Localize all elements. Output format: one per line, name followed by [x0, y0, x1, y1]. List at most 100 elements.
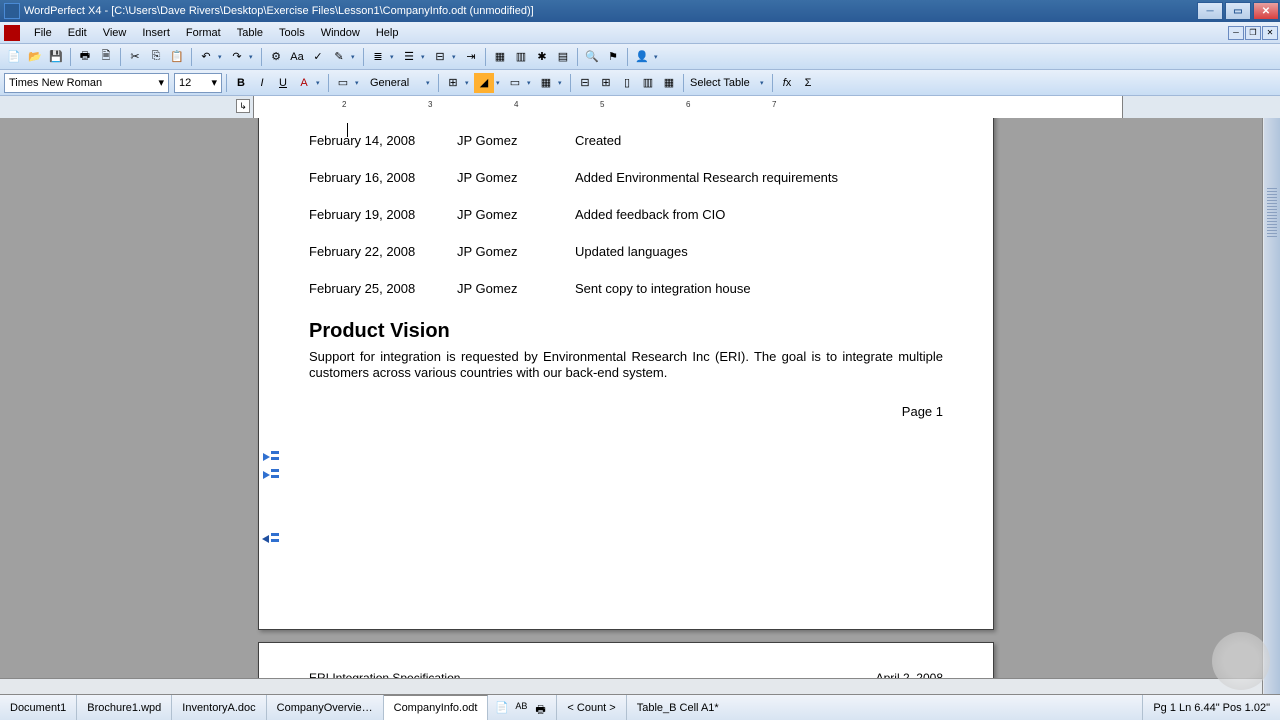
font-color-icon[interactable]: A — [294, 73, 314, 93]
ab-icon[interactable]: AB — [515, 701, 529, 715]
row-insert-icon[interactable]: ⊟ — [575, 73, 595, 93]
perfectexpert-icon[interactable]: 👤 — [632, 47, 652, 67]
formula-icon[interactable]: fx — [777, 73, 797, 93]
tab-document1[interactable]: Document1 — [0, 695, 77, 720]
doc-restore-button[interactable]: ❐ — [1245, 26, 1261, 40]
bullets-icon[interactable]: ≣ — [368, 47, 388, 67]
ruler-mark: 3 — [428, 100, 432, 109]
menu-table[interactable]: Table — [229, 25, 271, 41]
select-table-button[interactable]: Select Table — [688, 73, 758, 93]
print-preview-icon[interactable]: 🗎 — [96, 47, 116, 67]
print-icon[interactable]: 🖶 — [75, 47, 95, 67]
menu-file[interactable]: File — [26, 25, 60, 41]
printer-icon[interactable]: 🖶 — [535, 701, 549, 715]
status-bar: Document1 Brochure1.wpd InventoryA.doc C… — [0, 694, 1280, 720]
menu-insert[interactable]: Insert — [134, 25, 178, 41]
page-1[interactable]: February 14, 2008JP GomezCreated Februar… — [258, 118, 994, 630]
cut-icon[interactable]: ✂ — [125, 47, 145, 67]
tab-companyinfo[interactable]: CompanyInfo.odt — [384, 695, 489, 720]
status-table[interactable]: Table_B Cell A1* — [627, 695, 1144, 720]
tab-brochure[interactable]: Brochure1.wpd — [77, 695, 172, 720]
font-size-select[interactable]: 12▾ — [174, 73, 222, 93]
ruler-mark: 2 — [342, 100, 346, 109]
cell-format-icon[interactable]: ▦ — [659, 73, 679, 93]
columns-icon[interactable]: ▥ — [511, 47, 531, 67]
outline-icon[interactable]: ⊟ — [430, 47, 450, 67]
indent-icon[interactable]: ⇥ — [461, 47, 481, 67]
cell-merge-icon[interactable]: ▯ — [617, 73, 637, 93]
close-button[interactable]: ✕ — [1253, 2, 1279, 20]
tab-well[interactable]: ↳ — [236, 99, 250, 113]
new-icon[interactable]: 📄 — [4, 47, 24, 67]
italic-button[interactable]: I — [252, 73, 272, 93]
right-pane-handle[interactable] — [1264, 118, 1280, 694]
maximize-button[interactable]: ▭ — [1225, 2, 1251, 20]
col-insert-icon[interactable]: ⊞ — [596, 73, 616, 93]
save-icon[interactable]: 💾 — [46, 47, 66, 67]
tab-inventory[interactable]: InventoryA.doc — [172, 695, 266, 720]
table-insert-icon[interactable]: ▦ — [490, 47, 510, 67]
doc-close-button[interactable]: ✕ — [1262, 26, 1278, 40]
open-icon[interactable]: 📂 — [25, 47, 45, 67]
menu-view[interactable]: View — [95, 25, 135, 41]
menu-help[interactable]: Help — [368, 25, 407, 41]
styles-icon[interactable]: Aa — [287, 47, 307, 67]
window-title: WordPerfect X4 - [C:\Users\Dave Rivers\D… — [24, 5, 534, 17]
table-row[interactable]: February 14, 2008JP GomezCreated — [309, 133, 943, 148]
redo-icon[interactable]: ↷ — [227, 47, 247, 67]
border-icon[interactable]: ⊞ — [443, 73, 463, 93]
menu-format[interactable]: Format — [178, 25, 229, 41]
reveal-codes-icon[interactable]: ⚑ — [603, 47, 623, 67]
menu-bar: File Edit View Insert Format Table Tools… — [0, 22, 1280, 44]
highlight-icon[interactable]: ✎ — [329, 47, 349, 67]
menu-window[interactable]: Window — [313, 25, 368, 41]
cell-split-icon[interactable]: ▥ — [638, 73, 658, 93]
style-select[interactable]: General — [366, 73, 424, 93]
watermark-logo — [1212, 632, 1270, 690]
minimize-button[interactable]: ─ — [1197, 2, 1223, 20]
numbering-icon[interactable]: ☰ — [399, 47, 419, 67]
autoformat-icon[interactable]: ⚙ — [266, 47, 286, 67]
zoom-icon[interactable]: 🔍 — [582, 47, 602, 67]
ruler-mark: 5 — [600, 100, 604, 109]
toolbar-main: 📄 📂 💾 🖶 🗎 ✂ ⎘ 📋 ↶▾ ↷▾ ⚙ Aa ✓ ✎▾ ≣▾ ☰▾ ⊟▾… — [0, 44, 1280, 70]
ruler-mark: 7 — [772, 100, 776, 109]
status-count[interactable]: < Count > — [557, 695, 626, 720]
table-row[interactable]: February 25, 2008JP GomezSent copy to in… — [309, 281, 943, 296]
textbox-icon[interactable]: ✱ — [532, 47, 552, 67]
margin-marker-icon[interactable] — [263, 451, 281, 461]
chart-icon[interactable]: ▤ — [553, 47, 573, 67]
document-workspace[interactable]: February 14, 2008JP GomezCreated Februar… — [0, 118, 1280, 694]
grid-icon[interactable]: ▦ — [536, 73, 556, 93]
sum-icon[interactable]: Σ — [798, 73, 818, 93]
status-icon[interactable]: 📄 — [495, 701, 509, 715]
table-row[interactable]: February 16, 2008JP GomezAdded Environme… — [309, 170, 943, 185]
line-icon[interactable]: ▭ — [505, 73, 525, 93]
wp-icon — [4, 25, 20, 41]
page-number: Page 1 — [309, 404, 943, 419]
toolbar-format: Times New Roman▾ 12▾ B I U A▾ ▭▾ General… — [0, 70, 1280, 96]
menu-tools[interactable]: Tools — [271, 25, 313, 41]
font-name-select[interactable]: Times New Roman▾ — [4, 73, 169, 93]
heading-product-vision[interactable]: Product Vision — [309, 320, 943, 343]
horizontal-ruler[interactable]: ↳ 2 3 4 5 6 7 — [0, 96, 1280, 120]
underline-button[interactable]: U — [273, 73, 293, 93]
quickformat-icon[interactable]: ▭ — [333, 73, 353, 93]
ruler-mark: 6 — [686, 100, 690, 109]
bold-button[interactable]: B — [231, 73, 251, 93]
doc-minimize-button[interactable]: ─ — [1228, 26, 1244, 40]
spellcheck-icon[interactable]: ✓ — [308, 47, 328, 67]
copy-icon[interactable]: ⎘ — [146, 47, 166, 67]
table-row[interactable]: February 22, 2008JP GomezUpdated languag… — [309, 244, 943, 259]
table-row[interactable]: February 19, 2008JP GomezAdded feedback … — [309, 207, 943, 222]
undo-icon[interactable]: ↶ — [196, 47, 216, 67]
status-position[interactable]: Pg 1 Ln 6.44" Pos 1.02" — [1143, 695, 1280, 720]
paragraph[interactable]: Support for integration is requested by … — [309, 349, 943, 382]
fill-icon[interactable]: ◢ — [474, 73, 494, 93]
margin-marker-icon[interactable] — [263, 469, 281, 479]
tab-companyoverview[interactable]: CompanyOvervie… — [267, 695, 384, 720]
menu-edit[interactable]: Edit — [60, 25, 95, 41]
margin-marker-icon[interactable] — [263, 533, 281, 543]
horizontal-scrollbar[interactable] — [0, 678, 1262, 694]
paste-icon[interactable]: 📋 — [167, 47, 187, 67]
